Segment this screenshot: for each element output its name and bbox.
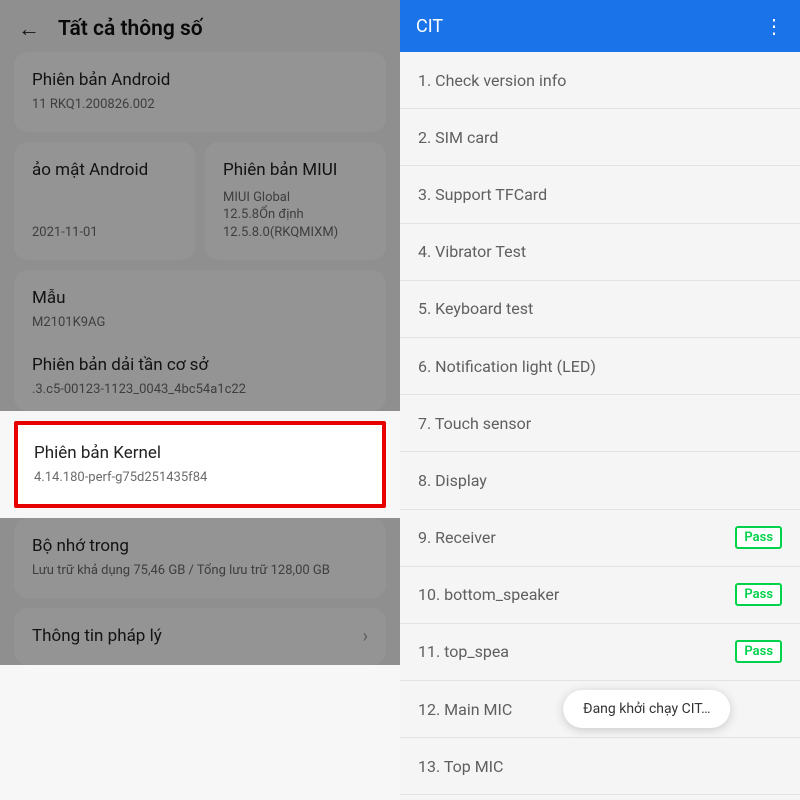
cit-item-label: 1. Check version info bbox=[418, 71, 566, 90]
cit-item-7[interactable]: 7. Touch sensor bbox=[400, 395, 800, 452]
page-title: Tất cả thông số bbox=[58, 17, 203, 41]
miui-version-label: Phiên bản MIUI bbox=[223, 160, 368, 180]
model-value: M2101K9AG bbox=[32, 314, 368, 332]
cit-title: CIT bbox=[416, 16, 443, 37]
cit-item-label: 2. SIM card bbox=[418, 128, 498, 147]
storage-label: Bộ nhớ trong bbox=[32, 536, 368, 556]
cit-item-label: 10. bottom_speaker bbox=[418, 585, 559, 604]
cit-item-11[interactable]: 11. top_spea Pass bbox=[400, 624, 800, 681]
model-baseband-card[interactable]: Mẫu M2101K9AG Phiên bản dải tần cơ sở .3… bbox=[14, 270, 386, 411]
cit-item-3[interactable]: 3. Support TFCard bbox=[400, 166, 800, 223]
security-patch-label: ảo mật Android bbox=[32, 160, 177, 180]
legal-info-label: Thông tin pháp lý bbox=[32, 626, 162, 646]
launching-toast: Đang khởi chạy CIT… bbox=[563, 690, 730, 728]
baseband-label: Phiên bản dải tần cơ sở bbox=[32, 355, 368, 375]
cit-item-10[interactable]: 10. bottom_speaker Pass bbox=[400, 567, 800, 624]
back-icon[interactable]: ← bbox=[18, 16, 40, 42]
security-patch-card[interactable]: ảo mật Android 2021-11-01 bbox=[14, 142, 195, 260]
pass-badge: Pass bbox=[735, 583, 782, 606]
cit-item-label: 8. Display bbox=[418, 471, 487, 490]
kernel-version-card[interactable]: Phiên bản Kernel 4.14.180-perf-g75d25143… bbox=[14, 421, 386, 509]
cit-item-8[interactable]: 8. Display bbox=[400, 452, 800, 509]
cit-item-2[interactable]: 2. SIM card bbox=[400, 109, 800, 166]
kernel-version-value: 4.14.180-perf-g75d251435f84 bbox=[34, 469, 366, 487]
cit-item-label: 13. Top MIC bbox=[418, 757, 503, 776]
kernel-version-label: Phiên bản Kernel bbox=[34, 443, 366, 463]
cit-item-label: 9. Receiver bbox=[418, 528, 496, 547]
pass-badge: Pass bbox=[735, 526, 782, 549]
cit-item-1[interactable]: 1. Check version info bbox=[400, 52, 800, 109]
miui-version-card[interactable]: Phiên bản MIUI MIUI Global 12.5.8Ổn định… bbox=[205, 142, 386, 260]
cit-item-4[interactable]: 4. Vibrator Test bbox=[400, 224, 800, 281]
settings-header: ← Tất cả thông số bbox=[0, 0, 400, 52]
cit-item-label: 6. Notification light (LED) bbox=[418, 357, 596, 376]
cit-item-label: 11. top_spea bbox=[418, 642, 509, 661]
cit-item-label: 4. Vibrator Test bbox=[418, 242, 526, 261]
miui-version-value: MIUI Global 12.5.8Ổn định 12.5.8.0(RKQMI… bbox=[223, 189, 368, 242]
cit-appbar: CIT ⋮ bbox=[400, 0, 800, 52]
cit-item-5[interactable]: 5. Keyboard test bbox=[400, 281, 800, 338]
android-version-value: 11 RKQ1.200826.002 bbox=[32, 96, 368, 114]
cit-item-9[interactable]: 9. Receiver Pass bbox=[400, 510, 800, 567]
settings-screen: ← Tất cả thông số Phiên bản Android 11 R… bbox=[0, 0, 400, 800]
storage-value: Lưu trữ khả dụng 75,46 GB / Tổng lưu trữ… bbox=[32, 562, 368, 580]
storage-card[interactable]: Bộ nhớ trong Lưu trữ khả dụng 75,46 GB /… bbox=[14, 518, 386, 598]
cit-item-label: 12. Main MIC bbox=[418, 700, 512, 719]
cit-item-label: 7. Touch sensor bbox=[418, 414, 531, 433]
pass-badge: Pass bbox=[735, 640, 782, 663]
model-label: Mẫu bbox=[32, 288, 368, 308]
cit-test-list: 1. Check version info 2. SIM card 3. Suppo… bbox=[400, 52, 800, 800]
baseband-value: .3.c5-00123-1123_0043_4bc54a1c22 bbox=[32, 381, 368, 399]
cit-item-13[interactable]: 13. Top MIC bbox=[400, 738, 800, 795]
android-version-card[interactable]: Phiên bản Android 11 RKQ1.200826.002 bbox=[14, 52, 386, 132]
more-icon[interactable]: ⋮ bbox=[764, 16, 784, 36]
cit-item-label: 3. Support TFCard bbox=[418, 185, 547, 204]
cit-item-label: 5. Keyboard test bbox=[418, 299, 533, 318]
android-version-label: Phiên bản Android bbox=[32, 70, 368, 90]
cit-item-6[interactable]: 6. Notification light (LED) bbox=[400, 338, 800, 395]
legal-info-row[interactable]: Thông tin pháp lý › bbox=[14, 608, 386, 665]
security-patch-value: 2021-11-01 bbox=[32, 224, 177, 242]
cit-screen: CIT ⋮ 1. Check version info 2. SIM card 3.… bbox=[400, 0, 800, 800]
chevron-right-icon: › bbox=[363, 626, 368, 647]
